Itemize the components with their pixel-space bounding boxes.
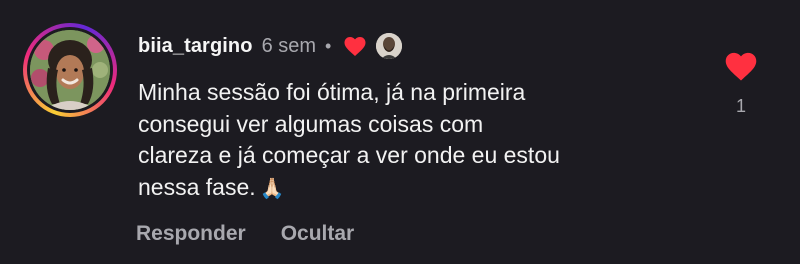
- comment-text-line: Minha sessão foi ótima, já na primeira: [138, 79, 526, 105]
- hide-button[interactable]: Ocultar: [281, 222, 355, 246]
- like-column: 1: [722, 50, 760, 117]
- comment-text-segment: nessa fase.: [138, 173, 256, 200]
- creator-avatar: [376, 33, 403, 59]
- comment-text-line: consegui ver algumas coisas com: [138, 110, 484, 137]
- avatar-photo: [30, 30, 110, 110]
- heart-filled-icon: [344, 37, 366, 56]
- comment-actions: Responder Ocultar: [136, 222, 354, 246]
- comment-text-line: clareza e já começar a ver onde eu estou: [138, 142, 560, 168]
- like-heart-icon[interactable]: [723, 50, 759, 82]
- timestamp: 6 sem: [261, 34, 317, 57]
- separator-dot: •: [325, 35, 332, 56]
- comment-header: biia_targino 6 sem •: [138, 30, 403, 62]
- praying-hands-emoji: 🙏🏻: [259, 177, 285, 200]
- avatar-story-ring[interactable]: [23, 23, 117, 117]
- comment-text: Minha sessão foi ótima, já na primeira c…: [138, 77, 648, 205]
- creator-avatar-photo: [376, 33, 403, 59]
- comment-text-line-last: nessa fase. 🙏🏻: [138, 172, 648, 206]
- like-count[interactable]: 1: [722, 96, 760, 117]
- reply-button[interactable]: Responder: [136, 222, 246, 246]
- avatar[interactable]: [30, 30, 110, 110]
- comment-item: biia_targino 6 sem • Minha sessão foi ót…: [0, 0, 800, 264]
- username[interactable]: biia_targino: [138, 35, 253, 58]
